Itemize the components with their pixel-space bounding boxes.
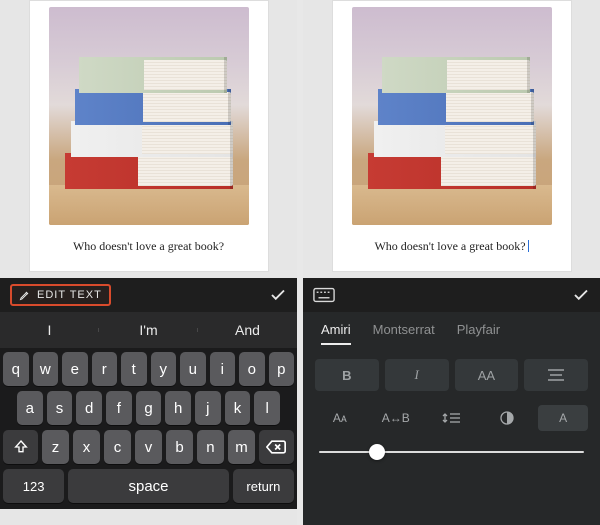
line-height-icon [442,411,460,425]
key-l[interactable]: l [254,391,280,425]
edit-bar: EDIT TEXT [0,278,297,312]
key-w[interactable]: w [33,352,59,386]
suggestion-2[interactable]: I'm [99,322,198,338]
key-a[interactable]: a [17,391,43,425]
suggestion-3[interactable]: And [198,322,297,338]
key-q[interactable]: q [3,352,29,386]
design-card[interactable]: Who doesn't love a great book? [29,0,269,272]
tool-row: Aᴀ A↔B A [315,405,588,431]
confirm-icon[interactable] [572,286,590,304]
key-g[interactable]: g [136,391,162,425]
key-j[interactable]: j [195,391,221,425]
key-n[interactable]: n [197,430,224,464]
edit-text-button[interactable]: EDIT TEXT [10,284,111,306]
key-backspace[interactable] [259,430,294,464]
key-m[interactable]: m [228,430,255,464]
key-v[interactable]: v [135,430,162,464]
key-c[interactable]: c [104,430,131,464]
key-f[interactable]: f [106,391,132,425]
key-y[interactable]: y [151,352,177,386]
books-photo [49,7,249,225]
edit-text-label: EDIT TEXT [37,289,102,301]
slider[interactable] [315,445,588,453]
font-option-amiri[interactable]: Amiri [321,322,351,345]
key-123[interactable]: 123 [3,469,64,503]
caption-text[interactable]: Who doesn't love a great book? [374,239,528,254]
backspace-icon [266,440,286,454]
key-t[interactable]: t [121,352,147,386]
contrast-button[interactable] [482,405,532,431]
key-b[interactable]: b [166,430,193,464]
align-button[interactable] [524,359,588,391]
key-space[interactable]: space [68,469,229,503]
key-z[interactable]: z [42,430,69,464]
bold-button[interactable]: B [315,359,379,391]
italic-button[interactable]: I [385,359,449,391]
confirm-icon[interactable] [269,286,287,304]
key-i[interactable]: i [210,352,236,386]
typography-bar [303,278,600,312]
caps-button[interactable]: AA [455,359,519,391]
key-u[interactable]: u [180,352,206,386]
font-option-playfair[interactable]: Playfair [457,322,500,345]
align-icon [548,369,564,381]
letter-spacing-button[interactable]: A↔B [371,405,421,431]
font-option-montserrat[interactable]: Montserrat [373,322,435,345]
style-row: B I AA [315,359,588,391]
left-pane: Who doesn't love a great book? EDIT TEXT… [0,0,297,525]
contrast-icon [500,411,514,425]
slider-track[interactable] [319,451,584,453]
books-photo [352,7,552,225]
key-o[interactable]: o [239,352,265,386]
key-e[interactable]: e [62,352,88,386]
right-pane: Who doesn't love a great book? Amiri Mont… [303,0,600,525]
key-shift[interactable] [3,430,38,464]
keyboard-icon[interactable] [313,287,335,303]
key-p[interactable]: p [269,352,295,386]
key-r[interactable]: r [92,352,118,386]
key-return[interactable]: return [233,469,294,503]
slider-thumb[interactable] [369,444,385,460]
shift-icon [13,439,29,455]
suggestion-bar: I I'm And [0,312,297,348]
text-box-button[interactable]: A [538,405,588,431]
key-h[interactable]: h [165,391,191,425]
key-d[interactable]: d [76,391,102,425]
caption-text[interactable]: Who doesn't love a great book? [73,239,224,254]
design-card[interactable]: Who doesn't love a great book? [332,0,572,272]
left-canvas: Who doesn't love a great book? [0,0,297,278]
right-canvas: Who doesn't love a great book? [303,0,600,278]
text-cursor [528,240,529,252]
key-k[interactable]: k [225,391,251,425]
font-size-button[interactable]: Aᴀ [315,405,365,431]
pencil-icon [19,289,31,301]
key-s[interactable]: s [47,391,73,425]
key-x[interactable]: x [73,430,100,464]
typography-panel: Amiri Montserrat Playfair B I AA Aᴀ A↔B A [303,312,600,525]
font-list: Amiri Montserrat Playfair [315,322,588,345]
keyboard: qwertyuiop asdfghjkl zxcvbnm 123 space r… [0,348,297,509]
line-height-button[interactable] [427,405,477,431]
suggestion-1[interactable]: I [0,322,99,338]
